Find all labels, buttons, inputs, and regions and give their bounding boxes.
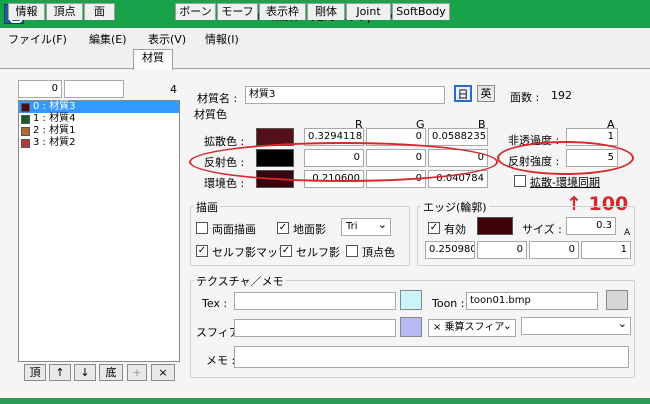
material-name-label: 材質名 : <box>197 92 238 105</box>
material-list[interactable]: 0 : 材質3 1 : 材質4 2 : 材質1 3 : 材質2 <box>18 100 180 362</box>
material-color-swatch <box>21 127 30 136</box>
move-up-button[interactable]: ↑ <box>49 364 71 381</box>
list-item[interactable]: 2 : 材質1 <box>19 125 179 137</box>
memo-field[interactable] <box>234 346 629 368</box>
tab-rigid-body[interactable]: 剛体 <box>307 3 345 20</box>
edge-section-label: エッジ(輪郭) <box>421 199 489 215</box>
toon-field[interactable]: toon01.bmp <box>466 292 598 310</box>
tab-bone[interactable]: ボーン <box>175 3 216 20</box>
annotation-ring-specular <box>189 142 498 182</box>
menu-view[interactable]: 表示(V) <box>148 31 186 47</box>
menu-file[interactable]: ファイル(F) <box>8 31 67 47</box>
self-shadow-map-label: セルフ影マップ <box>212 246 289 259</box>
vertex-color-label: 頂点色 <box>362 246 395 259</box>
tab-softbody[interactable]: SoftBody <box>392 3 450 20</box>
self-shadow-map-checkbox[interactable]: ✓ <box>196 245 208 257</box>
double-side-label: 両面描画 <box>212 223 256 236</box>
sphere-color-swatch[interactable] <box>400 317 422 337</box>
tab-display-frame[interactable]: 表示枠 <box>259 3 306 20</box>
draw-section-label: 描画 <box>194 199 220 215</box>
edge-a-field[interactable]: 1 <box>581 241 631 259</box>
menu-edit[interactable]: 編集(E) <box>89 31 127 47</box>
material-color-swatch <box>21 115 30 124</box>
tab-material[interactable]: 材質 <box>133 49 173 70</box>
edge-g-field[interactable]: 0 <box>477 241 527 259</box>
ambient-label: 環境色 : <box>204 177 245 190</box>
edge-r-field[interactable]: 0.250980 <box>425 241 475 259</box>
edge-color-swatch[interactable] <box>477 217 513 235</box>
tab-info[interactable]: 情報 <box>8 3 45 20</box>
tex-color-swatch[interactable] <box>400 290 422 310</box>
edge-size-label: サイズ : <box>522 223 562 236</box>
self-shadow-checkbox[interactable]: ✓ <box>280 245 292 257</box>
texture-section-label: テクスチャ／メモ <box>194 273 286 289</box>
material-name-field[interactable]: 材質3 <box>245 86 445 104</box>
list-item[interactable]: 3 : 材質2 <box>19 137 179 149</box>
tex-field[interactable] <box>234 292 396 310</box>
edge-enabled-label: 有効 <box>444 223 466 236</box>
edge-enabled-checkbox[interactable]: ✓ <box>428 222 440 234</box>
sphere-mode-select[interactable]: × 乗算スフィア <box>428 318 516 337</box>
ground-shadow-label: 地面影 <box>293 223 326 236</box>
japanese-name-button[interactable]: 日 <box>454 85 472 102</box>
face-count-value: 192 <box>551 89 572 102</box>
filter-field[interactable] <box>64 80 124 98</box>
material-color-swatch <box>21 139 30 148</box>
annotation-ring-power <box>497 141 634 175</box>
tab-morph[interactable]: モーフ <box>217 3 258 20</box>
tab-bar <box>0 49 650 69</box>
move-top-button[interactable]: 頂 <box>24 364 46 381</box>
delete-button[interactable]: × <box>151 364 175 381</box>
diffuse-ambient-sync-label: 拡散-環境同期 <box>530 176 600 189</box>
tab-joint[interactable]: Joint <box>346 3 391 20</box>
material-color-swatch <box>21 103 30 112</box>
sphere-extra-select[interactable] <box>521 316 631 335</box>
diffuse-b-field[interactable]: 0.05882353 <box>428 128 488 146</box>
edge-size-field[interactable]: 0.3 <box>566 217 616 235</box>
diffuse-ambient-sync-checkbox[interactable] <box>514 175 526 187</box>
toon-color-swatch[interactable] <box>606 290 628 310</box>
taskbar-edge <box>0 398 650 404</box>
tab-face[interactable]: 面 <box>84 3 115 20</box>
material-count: 4 <box>170 83 177 96</box>
index-field[interactable]: 0 <box>18 80 62 98</box>
menu-info[interactable]: 情報(I) <box>205 31 239 47</box>
self-shadow-label: セルフ影 <box>296 246 340 259</box>
list-item[interactable]: 0 : 材質3 <box>19 101 179 113</box>
material-color-section: 材質色 <box>194 108 227 121</box>
list-item[interactable]: 1 : 材質4 <box>19 113 179 125</box>
add-button[interactable]: + <box>127 364 147 381</box>
english-name-button[interactable]: 英 <box>477 85 495 102</box>
ground-shadow-checkbox[interactable]: ✓ <box>277 222 289 234</box>
tri-select[interactable]: Tri <box>341 217 391 236</box>
edge-a-label: A <box>624 228 631 238</box>
tab-vertex[interactable]: 頂点 <box>46 3 83 20</box>
edge-b-field[interactable]: 0 <box>529 241 579 259</box>
sphere-field[interactable] <box>234 319 396 337</box>
toon-label: Toon : <box>432 297 465 310</box>
vertex-color-checkbox[interactable] <box>346 245 358 257</box>
face-count-label: 面数 : <box>510 91 540 104</box>
memo-label: メモ : <box>206 354 236 367</box>
move-bottom-button[interactable]: 底 <box>99 364 123 381</box>
move-down-button[interactable]: ↓ <box>74 364 96 381</box>
tex-label: Tex : <box>202 297 228 310</box>
double-side-checkbox[interactable] <box>196 222 208 234</box>
